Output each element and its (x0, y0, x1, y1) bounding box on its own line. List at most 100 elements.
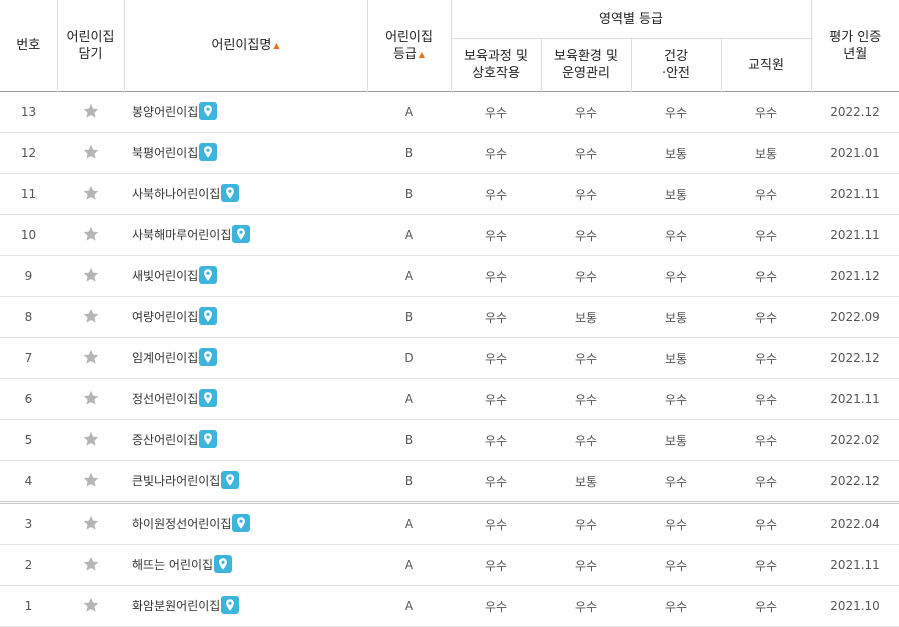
star-icon[interactable] (82, 389, 100, 407)
sort-asc-icon[interactable]: ▲ (419, 50, 425, 59)
grade-cell: A (367, 378, 451, 420)
star-icon[interactable] (82, 596, 100, 614)
map-pin-icon[interactable] (232, 514, 251, 533)
area-staff-cell: 보통 (721, 132, 811, 174)
daycare-name-link[interactable]: 정선어린이집 (132, 392, 198, 406)
area-health-safety-cell: 우수 (631, 255, 721, 297)
map-pin-icon[interactable] (199, 348, 218, 367)
map-pin-icon[interactable] (199, 143, 218, 162)
grade-cell: A (367, 585, 451, 627)
map-pin-icon[interactable] (214, 555, 233, 574)
table-row: 12 북평어린이집 B 우수 우수 보통 보통 2021.01 (0, 132, 899, 174)
daycare-name-link[interactable]: 사북해마루어린이집 (132, 228, 231, 242)
cert-date-cell: 2021.12 (811, 255, 899, 297)
area-staff-cell: 우수 (721, 296, 811, 338)
daycare-name-cell: 사북하나어린이집 (124, 173, 367, 215)
table-row: 5 증산어린이집 B 우수 우수 보통 우수 2022.02 (0, 419, 899, 461)
area-environment-cell: 우수 (541, 585, 631, 627)
map-pin-icon[interactable] (232, 225, 251, 244)
grade-cell: B (367, 419, 451, 461)
daycare-name-cell: 하이원정선어린이집 (124, 501, 367, 545)
area-curriculum-cell: 우수 (484, 105, 508, 120)
star-icon[interactable] (82, 430, 100, 448)
map-pin-icon[interactable] (199, 266, 218, 285)
area-environment-cell: 우수 (541, 501, 631, 545)
grade-cell: A (367, 501, 451, 545)
favorite-cell (57, 296, 124, 338)
row-number: 6 (0, 378, 57, 420)
area-staff-cell: 우수 (721, 460, 811, 503)
sort-asc-icon[interactable]: ▲ (273, 41, 279, 50)
daycare-name-link[interactable]: 큰빛나라어린이집 (132, 474, 220, 488)
area-curriculum-cell: 우수 (451, 585, 541, 627)
daycare-name-link[interactable]: 해뜨는 어린이집 (132, 558, 213, 572)
star-icon[interactable] (82, 143, 100, 161)
daycare-name-link[interactable]: 임계어린이집 (132, 351, 198, 365)
header-grade-sortable[interactable]: 어린이집 등급 ▲ (366, 0, 451, 92)
area-staff-cell: 우수 (721, 544, 811, 586)
star-icon[interactable] (82, 102, 100, 120)
map-pin-icon[interactable] (221, 596, 240, 615)
daycare-name-cell: 사북해마루어린이집 (124, 214, 367, 256)
grade-cell: A (367, 544, 451, 586)
table-row: 11 사북하나어린이집 B 우수 우수 보통 우수 2021.11 (0, 173, 899, 215)
daycare-name-link[interactable]: 하이원정선어린이집 (132, 517, 231, 531)
row-number: 7 (0, 337, 57, 379)
area-environment-cell: 보통 (541, 296, 631, 338)
header-area-environment: 보육환경 및 운영관리 (540, 38, 631, 92)
map-pin-icon[interactable] (199, 307, 218, 326)
star-icon[interactable] (82, 555, 100, 573)
map-pin-icon[interactable] (199, 102, 218, 121)
area-environment-cell: 우수 (541, 173, 631, 215)
favorite-cell (57, 337, 124, 379)
star-icon[interactable] (82, 307, 100, 325)
grade-cell: D (367, 337, 451, 379)
table-row: 8 여량어린이집 B 우수 보통 보통 우수 2022.09 (0, 296, 899, 338)
area-staff-cell: 우수 (721, 255, 811, 297)
map-pin-icon[interactable] (221, 184, 240, 203)
map-pin-icon[interactable] (199, 430, 218, 449)
star-icon[interactable] (82, 471, 100, 489)
favorite-cell (57, 460, 124, 503)
map-pin-icon[interactable] (199, 389, 218, 408)
cert-date-cell: 2021.10 (811, 585, 899, 627)
area-environment-cell: 우수 (541, 337, 631, 379)
daycare-name-cell: 해뜨는 어린이집 (124, 544, 367, 586)
table-row: 3 하이원정선어린이집 A 우수 우수 우수 우수 2022.04 (0, 501, 899, 545)
daycare-name-link[interactable]: 북평어린이집 (132, 146, 198, 160)
cert-date-cell: 2021.11 (811, 214, 899, 256)
area-health-safety-cell: 우수 (631, 460, 721, 503)
daycare-name-link[interactable]: 봉양어린이집 (132, 105, 198, 119)
daycare-name-link[interactable]: 증산어린이집 (132, 433, 198, 447)
table-row: 2 해뜨는 어린이집 A 우수 우수 우수 우수 2021.11 (0, 544, 899, 586)
daycare-name-cell: 여량어린이집 (124, 296, 367, 338)
cert-date-cell: 2022.12 (811, 337, 899, 379)
area-staff-cell: 우수 (721, 585, 811, 627)
table-row: 7 임계어린이집 D 우수 우수 보통 우수 2022.12 (0, 337, 899, 379)
area-environment-cell: 우수 (541, 132, 631, 174)
header-name-sortable[interactable]: 어린이집명 ▲ (123, 0, 367, 92)
daycare-name-cell: 증산어린이집 (124, 419, 367, 461)
area-health-safety-cell: 보통 (631, 419, 721, 461)
favorite-cell (57, 544, 124, 586)
favorite-cell (57, 419, 124, 461)
header-area-staff: 교직원 (720, 38, 811, 92)
map-pin-icon[interactable] (221, 471, 240, 490)
star-icon[interactable] (82, 514, 100, 532)
star-icon[interactable] (82, 184, 100, 202)
daycare-name-link[interactable]: 여량어린이집 (132, 310, 198, 324)
daycare-name-link[interactable]: 새빛어린이집 (132, 269, 198, 283)
favorite-cell (57, 173, 124, 215)
row-number: 12 (0, 132, 57, 174)
star-icon[interactable] (82, 266, 100, 284)
star-icon[interactable] (82, 348, 100, 366)
daycare-name-link[interactable]: 사북하나어린이집 (132, 187, 220, 201)
daycare-name-link[interactable]: 화암분원어린이집 (132, 599, 220, 613)
table-row: 9 새빛어린이집 A 우수 우수 우수 우수 2021.12 (0, 255, 899, 297)
favorite-cell (57, 378, 124, 420)
star-icon[interactable] (82, 225, 100, 243)
cert-date-cell: 2022.04 (811, 501, 899, 545)
header-cert-date: 평가 인증 년월 (810, 0, 899, 92)
grade-cell: A (367, 255, 451, 297)
table-row: 4 큰빛나라어린이집 B 우수 보통 우수 우수 2022.12 (0, 460, 899, 503)
